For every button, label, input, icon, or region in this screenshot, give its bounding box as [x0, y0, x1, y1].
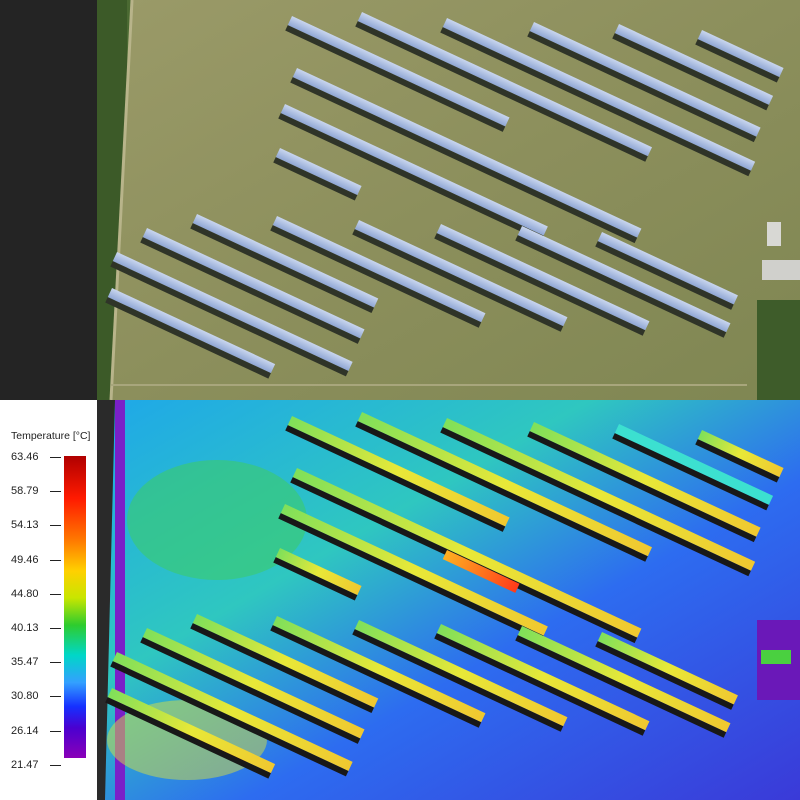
colorbar-tick-line — [50, 559, 61, 561]
colorbar-tick-label: 44.80 — [11, 587, 39, 600]
colorbar-tick-line — [50, 662, 61, 664]
colorbar-tick-label: 58.79 — [11, 485, 39, 498]
thermal-svg — [97, 400, 800, 800]
colorbar-tick-line — [50, 730, 61, 732]
colorbar-tick: 63.46 — [0, 450, 64, 464]
colorbar-tick: 21.47 — [0, 758, 64, 772]
colorbar-tick: 54.13 — [0, 518, 64, 532]
colorbar-tick: 26.14 — [0, 724, 64, 738]
colorbar-tick: 35.47 — [0, 655, 64, 669]
colorbar-tick-line — [50, 491, 61, 493]
legend-title: Temperature [°C] — [11, 430, 91, 442]
colorbar-tick: 49.46 — [0, 553, 64, 567]
left-dark-panel — [0, 0, 97, 400]
colorbar-tick-line — [50, 696, 61, 698]
thermal-image — [97, 400, 800, 800]
colorbar-tick-line — [50, 457, 61, 458]
colorbar-tick-line — [50, 525, 61, 527]
colorbar-tick: 30.80 — [0, 689, 64, 703]
rgb-aerial-svg — [97, 0, 800, 400]
colorbar-tick-label: 54.13 — [11, 519, 39, 532]
colorbar-tick-line — [50, 593, 61, 595]
colorbar-tick-line — [50, 628, 61, 629]
colorbar-tick-label: 35.47 — [11, 656, 39, 669]
colorbar-tick: 58.79 — [0, 484, 64, 498]
temperature-colorbar — [64, 456, 86, 758]
colorbar-tick: 40.13 — [0, 621, 64, 635]
colorbar-tick-label: 21.47 — [11, 758, 39, 771]
colorbar-tick-line — [50, 764, 61, 766]
colorbar-tick-label: 49.46 — [11, 553, 39, 566]
rgb-aerial-image — [97, 0, 800, 400]
colorbar-tick-label: 26.14 — [11, 724, 39, 737]
colorbar-tick-label: 63.46 — [11, 451, 39, 463]
colorbar-tick-label: 40.13 — [11, 622, 39, 634]
colorbar-tick-label: 30.80 — [11, 690, 39, 703]
colorbar-tick: 44.80 — [0, 587, 64, 601]
